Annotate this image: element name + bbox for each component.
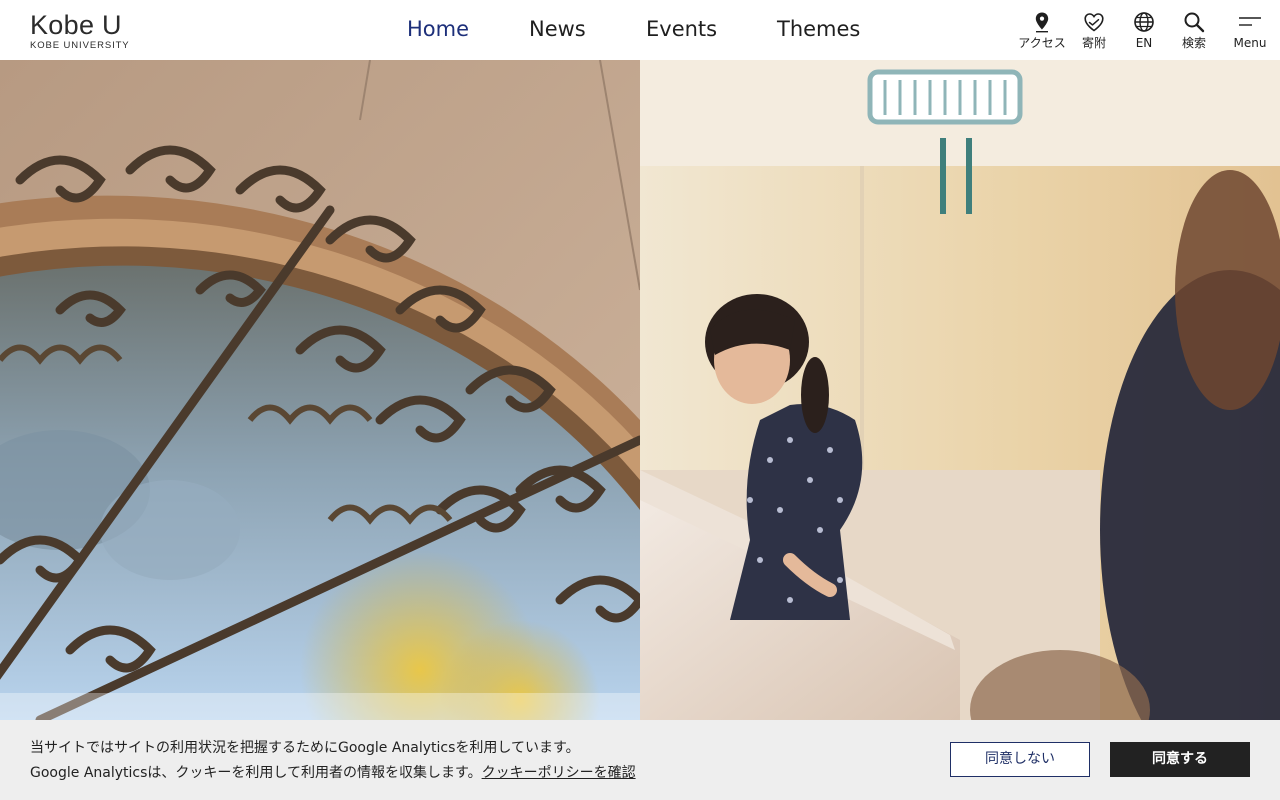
heart-hands-icon (1084, 13, 1104, 32)
english-label: EN (1135, 36, 1153, 50)
access-label: アクセス (1018, 36, 1066, 50)
menu-icon (1239, 17, 1261, 26)
globe-icon (1134, 12, 1154, 32)
menu-button[interactable]: Menu (1222, 8, 1278, 54)
student-stairs-illustration (640, 60, 1280, 720)
donate-label: 寄附 (1081, 36, 1106, 50)
cookie-policy-link[interactable]: クッキーポリシーを確認 (482, 765, 636, 781)
search-label: 検索 (1181, 36, 1206, 50)
nav-events[interactable]: Events (646, 15, 717, 43)
logo-wordmark: Kobe U (30, 10, 122, 40)
nav-news[interactable]: News (529, 15, 586, 43)
menu-label: Menu (1233, 36, 1267, 50)
cookie-message-line2: Google Analyticsは、クッキーを利用して利用者の情報を収集します。… (30, 761, 910, 786)
cookie-consent-banner: 当サイトではサイトの利用状況を把握するためにGoogle Analyticsを利… (0, 720, 1280, 800)
logo-subtitle: KOBE UNIVERSITY (30, 40, 130, 51)
nav-themes[interactable]: Themes (777, 15, 860, 43)
cookie-message: 当サイトではサイトの利用状況を把握するためにGoogle Analyticsを利… (30, 736, 910, 786)
cookie-message-line1: 当サイトではサイトの利用状況を把握するためにGoogle Analyticsを利… (30, 740, 580, 756)
kobe-university-logo[interactable]: Kobe U KOBE UNIVERSITY (30, 9, 140, 53)
accept-button[interactable]: 同意する (1110, 742, 1250, 777)
access-button[interactable]: アクセス (1014, 8, 1070, 54)
ornate-arched-window-photo (0, 60, 640, 720)
search-icon (1184, 12, 1205, 33)
english-button[interactable]: EN (1116, 8, 1172, 54)
arched-window-illustration (0, 60, 640, 720)
student-on-stairs-photo (640, 60, 1280, 720)
nav-home[interactable]: Home (407, 15, 469, 43)
decline-button[interactable]: 同意しない (950, 742, 1090, 777)
donate-button[interactable]: 寄附 (1066, 8, 1122, 54)
cookie-message-line2-text: Google Analyticsは、クッキーを利用して利用者の情報を収集します。 (30, 765, 482, 781)
hero-visual (0, 60, 1280, 720)
map-pin-icon (1035, 12, 1049, 33)
search-button[interactable]: 検索 (1166, 8, 1222, 54)
site-header: Kobe U KOBE UNIVERSITY Home News Events … (0, 0, 1280, 60)
